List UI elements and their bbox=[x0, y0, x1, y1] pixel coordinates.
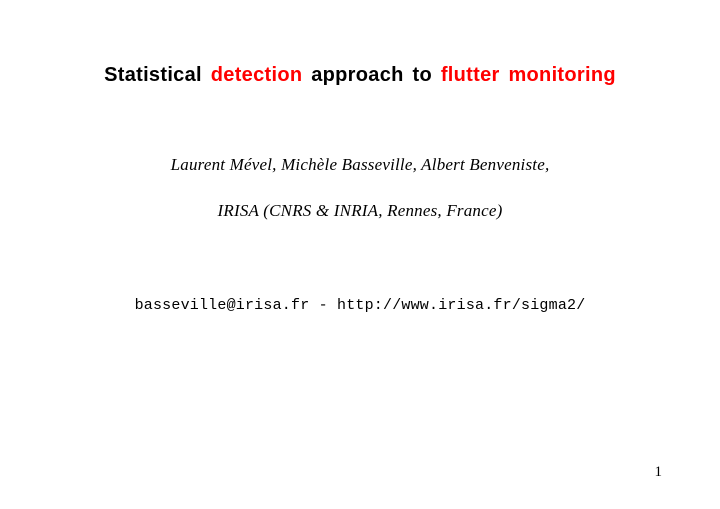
contact-line: basseville@irisa.fr - http://www.irisa.f… bbox=[55, 297, 665, 314]
authors-line: Laurent Mével, Michèle Basseville, Alber… bbox=[55, 155, 665, 175]
title-segment-4: flutter monitoring bbox=[441, 64, 616, 86]
page-number: 1 bbox=[655, 464, 663, 481]
title-segment-1: Statistical bbox=[104, 64, 202, 86]
title-segment-2: detection bbox=[211, 64, 303, 86]
affiliation-line: IRISA (CNRS & INRIA, Rennes, France) bbox=[55, 201, 665, 221]
slide: Statistical detection approach to flutte… bbox=[0, 0, 720, 509]
slide-title: Statistical detection approach to flutte… bbox=[55, 64, 665, 87]
title-segment-3: approach to bbox=[311, 64, 432, 86]
